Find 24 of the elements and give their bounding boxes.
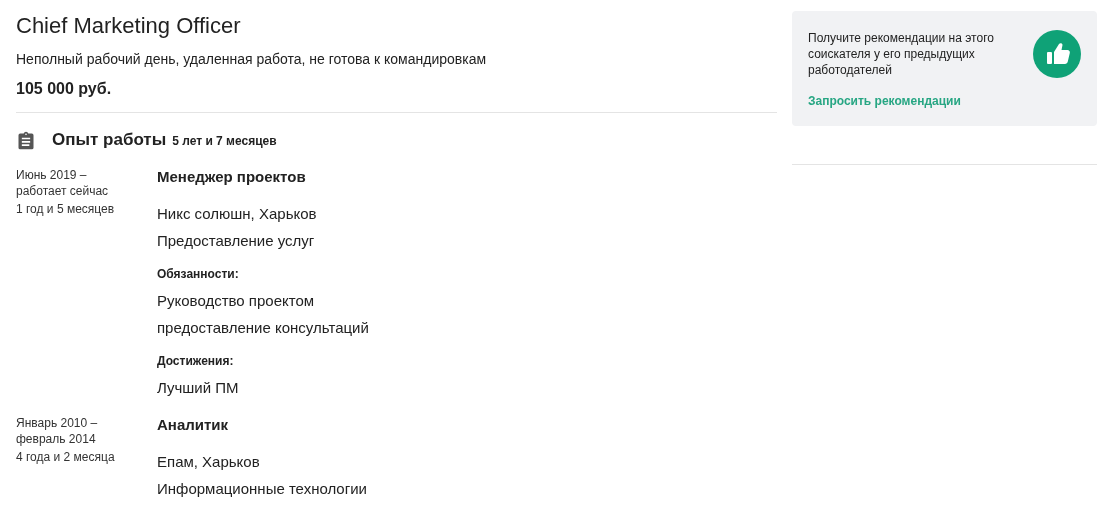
subsection-heading: Обязанности: [157,267,240,281]
salary: 105 000 руб. [16,80,113,98]
description-line: предоставление консультаций [157,318,369,338]
industry: Информационные технологии [157,479,367,499]
work-conditions: Неполный рабочий день, удаленная работа, не готова к командировкам [16,51,488,67]
job-period: Июнь 2019 – работает сейчас [16,167,110,199]
job-period: Январь 2010 – февраль 2014 [16,415,99,447]
request-recommendations-link[interactable]: Запросить рекомендации [808,94,961,108]
job-position: Менеджер проектов [157,168,307,185]
description-line: Руководство проектом [157,291,316,311]
job-duration: 4 года и 2 месяца [16,450,116,464]
recommendation-text: Получите рекомендации на этого соискателя у его предыдущих работодателей [808,30,995,78]
thumbs-up-icon [1033,30,1081,78]
experience-total: 5 лет и 7 месяцев [172,134,277,148]
subsection-heading: Достижения: [157,354,235,368]
job-duration: 1 год и 5 месяцев [16,202,116,216]
section-heading: Опыт работы [52,130,167,150]
company-name: Епам, Харьков [157,452,261,472]
job-position: Аналитик [157,416,230,433]
resume-title: Chief Marketing Officer [16,12,242,40]
description-line: Лучший ПМ [157,378,240,398]
industry: Предоставление услуг [157,231,316,251]
company-name: Никс солюшн, Харьков [157,204,318,224]
clipboard-icon [16,130,36,152]
